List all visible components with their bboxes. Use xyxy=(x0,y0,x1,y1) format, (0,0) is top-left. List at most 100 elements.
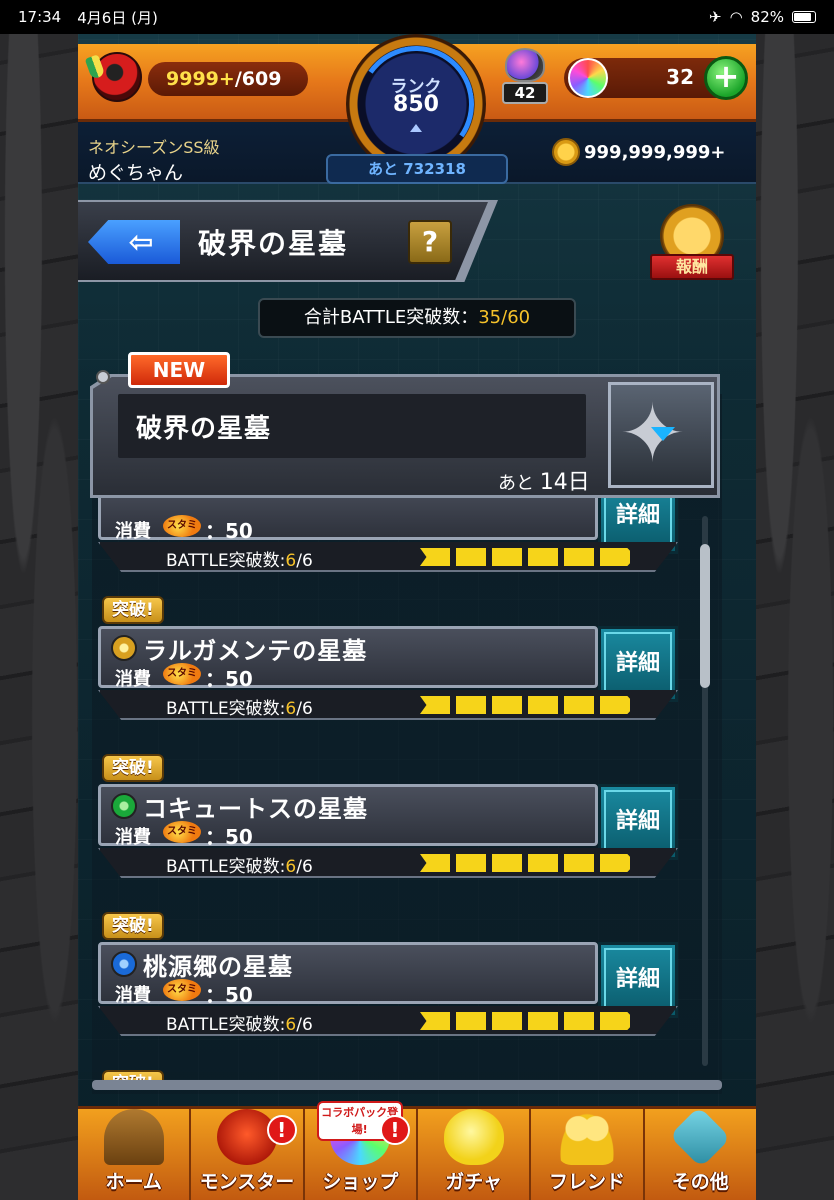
game-screen: 9999+ /609 ランク 850 あと 732318 42 32 + ネオシ… xyxy=(78,34,756,1200)
home-gate-icon xyxy=(103,1109,164,1165)
alert-badge: ! xyxy=(266,1115,297,1145)
new-badge: NEW xyxy=(128,352,230,388)
orb-display: 32 + xyxy=(564,56,748,100)
stamina-max: /609 xyxy=(234,68,282,90)
bottom-nav: ホーム ! モンスター コラボパック登場! ! ショップ ガチャ フレンド その… xyxy=(78,1101,756,1200)
buy-orbs-button[interactable]: + xyxy=(704,56,748,100)
featured-remaining: あと 14日 xyxy=(498,470,590,495)
reward-button[interactable]: 報酬 xyxy=(650,204,734,288)
nav-gacha-label: ガチャ xyxy=(445,1171,503,1193)
help-button[interactable]: ? xyxy=(408,220,452,264)
nav-other[interactable]: その他 xyxy=(645,1106,756,1200)
progress-chevrons xyxy=(420,1012,636,1030)
stamina-display[interactable]: 9999+ /609 xyxy=(148,62,308,96)
exp-remaining: あと 732318 xyxy=(326,154,508,184)
featured-name: 破界の星墓 xyxy=(136,414,272,444)
battery-percent: 82% xyxy=(750,8,784,26)
progress-label: BATTLE突破数:6/6 xyxy=(166,1015,313,1035)
status-right: ✈ ◠ 82% xyxy=(709,8,816,26)
progress-label: BATTLE突破数:6/6 xyxy=(166,857,313,877)
other-icon xyxy=(669,1106,732,1168)
cost-value: ：50 xyxy=(205,667,253,691)
nav-friend[interactable]: フレンド xyxy=(531,1109,645,1200)
light-element-icon xyxy=(111,635,137,661)
bolt-icon xyxy=(96,370,110,384)
alert-badge: ! xyxy=(379,1115,410,1145)
status-bar: 17:34 4月6日 (月) ✈ ◠ 82% xyxy=(0,0,834,34)
reward-label: 報酬 xyxy=(650,254,734,280)
orb-count: 32 xyxy=(666,65,694,89)
stamina-icon: スタミナ xyxy=(163,515,201,553)
battery-icon xyxy=(792,11,816,23)
stamina-current: 9999+ xyxy=(166,68,235,90)
potion-icon xyxy=(505,48,545,82)
player-name: めぐちゃん xyxy=(88,162,184,184)
player-title: ネオシーズンSS級 xyxy=(88,138,220,157)
cleared-tag: 突破! xyxy=(102,596,164,624)
wifi-icon: ◠ xyxy=(729,8,743,26)
stamina-icon: スタミナ xyxy=(163,663,201,701)
potion-count: 42 xyxy=(502,82,548,104)
nav-friend-label: フレンド xyxy=(548,1171,625,1193)
cost-label: 消費 xyxy=(115,521,151,542)
total-battle-counter: 合計BATTLE突破数：35/60 xyxy=(258,298,576,338)
star-tomb-emblem: ✦ xyxy=(608,382,714,488)
list-item[interactable]: 突破! 桃源郷の星墓 消費 スタミナ ：50 詳細 BATTLE突破数:6/6 xyxy=(98,912,678,1040)
progress-label: BATTLE突破数:6/6 xyxy=(166,699,313,719)
cost-label: 消費 xyxy=(115,827,151,848)
blue-triangle-icon xyxy=(651,427,675,441)
coin-count: 999,999,999+ xyxy=(584,142,726,163)
right-stone-wall xyxy=(756,0,834,1200)
stamina-icon: スタミナ xyxy=(163,979,201,1017)
potion-item[interactable]: 42 xyxy=(502,48,548,108)
water-element-icon xyxy=(111,951,137,977)
progress-chevrons xyxy=(420,696,636,714)
quest-card[interactable]: 桃源郷の星墓 消費 スタミナ ：50 xyxy=(98,942,598,1017)
page-title: 破界の星墓 xyxy=(198,227,349,260)
rank-value: 850 xyxy=(393,92,439,117)
progress-chevrons xyxy=(420,548,636,566)
quest-name: コキュートスの星墓 xyxy=(143,795,368,823)
stamina-icon: スタミナ xyxy=(163,821,201,859)
status-date: 4月6日 (月) xyxy=(77,8,158,27)
player-badge-icon[interactable] xyxy=(84,52,142,102)
nav-monster[interactable]: ! モンスター xyxy=(191,1109,305,1200)
left-stone-wall xyxy=(0,0,78,1200)
cost-value: ：50 xyxy=(205,983,253,1007)
nav-home-label: ホーム xyxy=(105,1171,162,1193)
total-value: 35/60 xyxy=(478,307,531,328)
cost-value: ：50 xyxy=(205,825,253,849)
quest-name: 桃源郷の星墓 xyxy=(143,953,293,981)
cost-label: 消費 xyxy=(115,985,151,1006)
gacha-egg-icon xyxy=(443,1109,504,1165)
nav-shop[interactable]: コラボパック登場! ! ショップ xyxy=(305,1101,418,1200)
cleared-tag: 突破! xyxy=(102,754,164,782)
wood-element-icon xyxy=(111,793,137,819)
rank-indicator-icon xyxy=(410,124,422,132)
list-item[interactable]: 突破! ラルガメンテの星墓 消費 スタミナ ：50 詳細 BATTLE突破数:6… xyxy=(98,596,678,724)
nav-gacha[interactable]: ガチャ xyxy=(418,1109,532,1200)
nav-monster-label: モンスター xyxy=(199,1171,295,1193)
back-arrow-icon: ⇦ xyxy=(128,224,154,260)
gold-coin-icon xyxy=(552,138,580,166)
quest-card[interactable]: ラルガメンテの星墓 消費 スタミナ ：50 xyxy=(98,626,598,701)
progress-chevrons xyxy=(420,854,636,872)
quest-name: ラルガメンテの星墓 xyxy=(143,637,368,665)
nav-other-label: その他 xyxy=(671,1171,729,1193)
total-label: 合計BATTLE突破数： xyxy=(303,307,479,328)
status-time: 17:34 xyxy=(18,8,62,26)
scrollbar-thumb[interactable] xyxy=(700,544,710,688)
list-bottom-frame xyxy=(92,1080,722,1090)
nav-shop-label: ショップ xyxy=(322,1171,399,1193)
rank-ring[interactable]: ランク 850 xyxy=(346,34,486,174)
quest-card[interactable]: コキュートスの星墓 消費 スタミナ ：50 xyxy=(98,784,598,859)
progress-label: BATTLE突破数:6/6 xyxy=(166,551,313,571)
airplane-icon: ✈ xyxy=(708,8,722,26)
rainbow-orb-icon xyxy=(568,58,608,98)
cleared-tag: 突破! xyxy=(102,912,164,940)
cost-label: 消費 xyxy=(115,669,151,690)
cost-value: ：50 xyxy=(205,519,253,543)
nav-home[interactable]: ホーム xyxy=(78,1109,192,1200)
list-item[interactable]: 突破! コキュートスの星墓 消費 スタミナ ：50 詳細 BATTLE突破数:6… xyxy=(98,754,678,882)
friends-icon xyxy=(556,1109,617,1165)
